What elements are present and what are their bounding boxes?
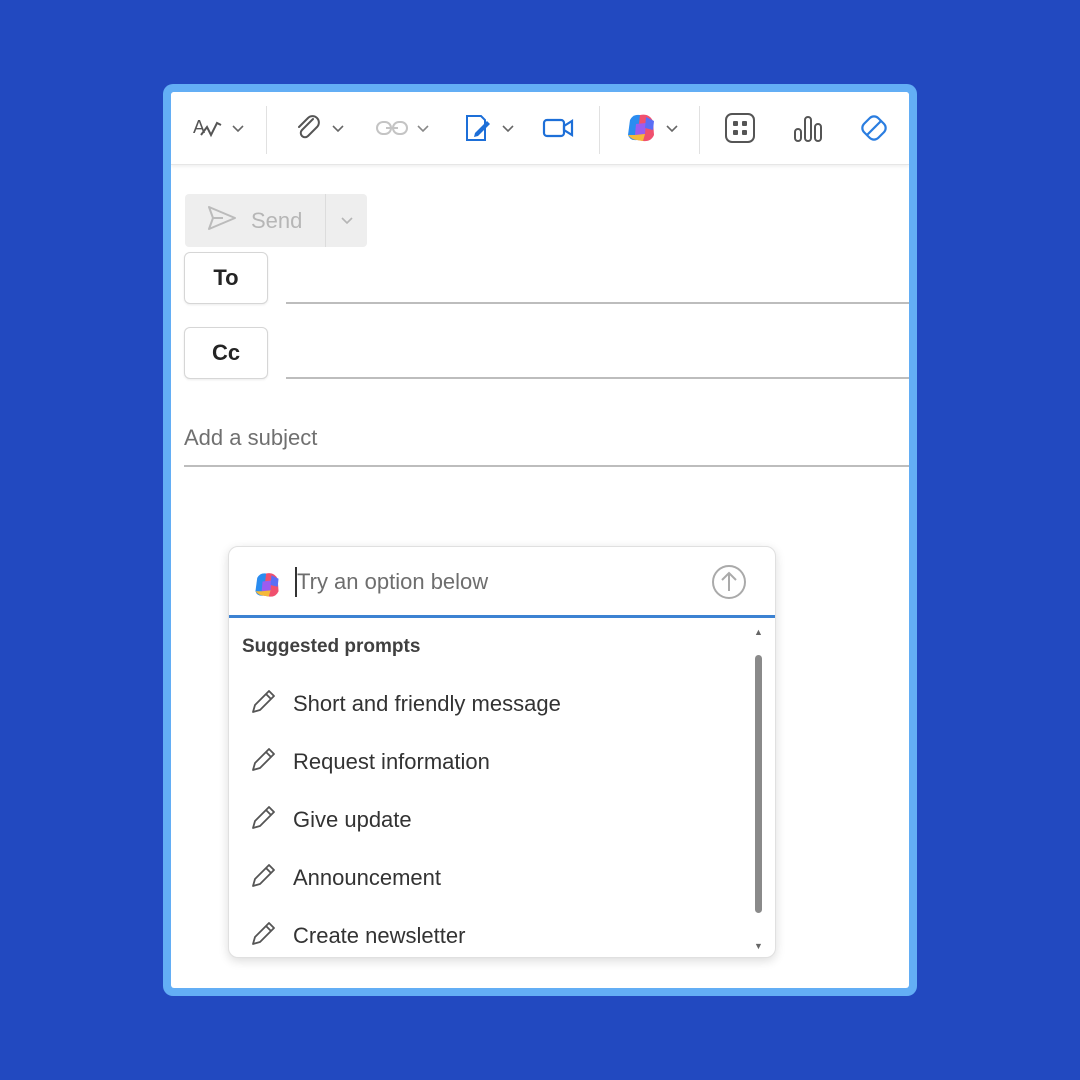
meeting-button[interactable]: [541, 106, 575, 150]
chevron-down-icon: [231, 123, 245, 133]
loop-button[interactable]: [857, 106, 891, 150]
subject-field[interactable]: Add a subject: [184, 425, 317, 451]
compose-window: A Send To Cc Add a subject Try an option…: [171, 92, 909, 988]
scroll-down-arrow-icon[interactable]: ▼: [754, 941, 763, 951]
insights-button[interactable]: [791, 106, 825, 150]
scroll-up-arrow-icon[interactable]: ▲: [754, 627, 763, 637]
editor-button[interactable]: A: [191, 106, 245, 150]
send-button-group: Send: [185, 194, 367, 247]
editor-icon: A: [191, 111, 225, 145]
send-options-button[interactable]: [326, 194, 367, 247]
prompt-item[interactable]: Announcement: [247, 858, 441, 898]
copilot-button[interactable]: [623, 106, 679, 150]
meeting-icon: [541, 111, 575, 145]
svg-text:A: A: [193, 117, 205, 137]
link-icon: [374, 111, 410, 145]
scrollbar-thumb[interactable]: [755, 655, 762, 913]
prompt-item[interactable]: Short and friendly message: [247, 684, 561, 724]
signature-icon: [461, 111, 495, 145]
pencil-icon: [247, 802, 279, 839]
toolbar-separator: [599, 106, 600, 154]
chevron-down-icon: [331, 123, 345, 133]
send-icon: [207, 205, 237, 236]
cc-button[interactable]: Cc: [184, 327, 268, 379]
signature-button[interactable]: [461, 106, 515, 150]
copilot-panel: Suggested prompts Short and friendly mes…: [228, 546, 776, 958]
submit-arrow-icon[interactable]: [711, 564, 747, 605]
copilot-icon: [251, 569, 283, 606]
window-frame: A Send To Cc Add a subject Try an option…: [163, 84, 917, 996]
prompt-item[interactable]: Create newsletter: [247, 916, 465, 956]
copilot-prompt-input[interactable]: [295, 567, 697, 597]
pencil-icon: [247, 918, 279, 955]
chevron-down-icon: [340, 212, 354, 230]
toolbar-separator: [266, 106, 267, 154]
pencil-icon: [247, 744, 279, 781]
prompt-item[interactable]: Request information: [247, 742, 490, 782]
prompt-label: Give update: [293, 807, 412, 832]
copilot-input-bar: [229, 547, 775, 618]
copilot-icon: [623, 110, 659, 146]
chevron-down-icon: [665, 123, 679, 133]
prompt-label: Announcement: [293, 865, 441, 890]
to-button[interactable]: To: [184, 252, 268, 304]
attach-icon: [291, 111, 325, 145]
subject-underline: [184, 465, 909, 467]
chevron-down-icon: [501, 123, 515, 133]
pencil-icon: [247, 860, 279, 897]
prompt-item[interactable]: Give update: [247, 800, 412, 840]
apps-icon: [723, 111, 757, 145]
link-button[interactable]: [374, 106, 430, 150]
apps-button[interactable]: [723, 106, 757, 150]
suggested-prompts-heading: Suggested prompts: [242, 636, 421, 657]
send-label: Send: [251, 207, 303, 233]
prompt-label: Create newsletter: [293, 923, 466, 948]
to-field[interactable]: [286, 302, 909, 304]
prompt-label: Request information: [293, 749, 490, 774]
chevron-down-icon: [416, 123, 430, 133]
toolbar: A: [171, 92, 909, 165]
cc-field[interactable]: [286, 377, 909, 379]
scrollbar[interactable]: ▲ ▼: [749, 621, 767, 957]
insights-icon: [791, 111, 825, 145]
toolbar-separator: [699, 106, 700, 154]
attach-button[interactable]: [291, 106, 345, 150]
pencil-icon: [247, 686, 279, 723]
loop-icon: [857, 111, 891, 145]
send-button[interactable]: Send: [185, 194, 325, 247]
prompt-label: Short and friendly message: [293, 691, 561, 716]
